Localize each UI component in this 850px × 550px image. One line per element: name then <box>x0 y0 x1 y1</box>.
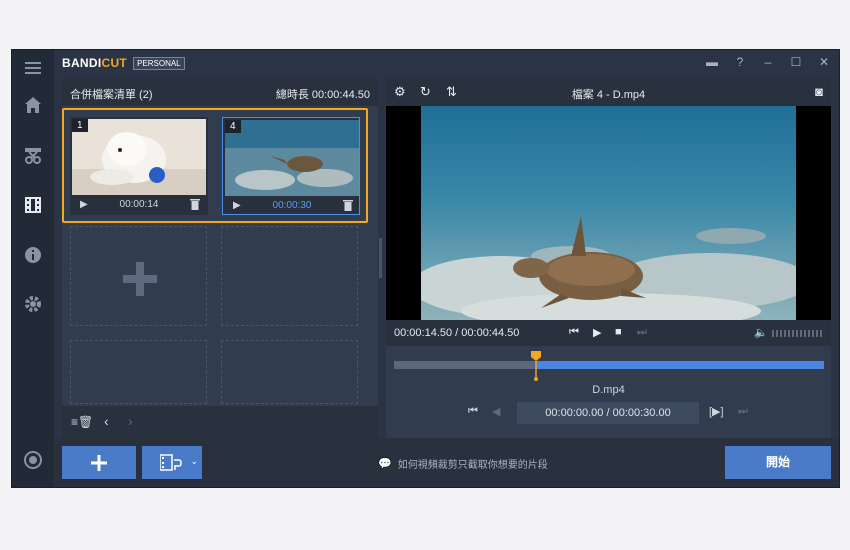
video-preview <box>386 106 831 320</box>
empty-slot[interactable] <box>221 226 358 326</box>
camera-icon[interactable]: ◙ <box>815 84 823 99</box>
edition-badge: PERSONAL <box>133 56 185 70</box>
clip-index: 4 <box>225 120 241 133</box>
set-end-icon[interactable]: ⏭ <box>738 405 748 418</box>
help-tip[interactable]: 💬 如何視頻裁剪只截取你想要的片段 <box>378 456 548 471</box>
clip-index: 1 <box>72 119 88 132</box>
panel-splitter[interactable] <box>379 238 382 278</box>
playhead-marker[interactable] <box>530 351 541 381</box>
clip-controls: ▶ 00:00:30 <box>223 196 361 216</box>
brand-logo: BANDICUT PERSONAL <box>62 56 185 70</box>
menu-icon[interactable] <box>21 56 45 80</box>
range-display[interactable]: 00:00:00.00 / 00:00:30.00 <box>517 402 699 424</box>
timeline-selected-range <box>535 361 824 369</box>
selected-clips-group: 1 ▶ 00:00:14 4 ▶ 00:00:30 <box>62 108 368 223</box>
chevron-down-icon: ⌄ <box>190 456 198 466</box>
merge-list-footer: ≡🗑 ‹ › <box>62 406 378 438</box>
merge-list-panel: 合併檔案清單 (2) 總時長 00:00:44.50 1 ▶ 00:00:14 … <box>62 78 378 438</box>
folder-icon[interactable]: ▬ <box>705 55 719 69</box>
plus-icon <box>123 262 157 296</box>
merge-list-header: 合併檔案清單 (2) 總時長 00:00:44.50 <box>62 78 378 106</box>
set-start-icon[interactable]: ⏮ <box>468 405 478 418</box>
skip-forward-icon[interactable]: ⏭ <box>637 326 647 339</box>
player-controls: 00:00:14.50 / 00:00:44.50 ⏮ ▶ ■ ⏭ 🔈 <box>386 320 831 346</box>
trash-icon[interactable] <box>343 199 353 211</box>
cut-icon[interactable] <box>21 143 45 167</box>
close-icon[interactable]: ✕ <box>817 55 831 69</box>
window-controls: ▬ ? – ☐ ✕ <box>705 55 831 69</box>
volume-icon[interactable]: 🔈 <box>754 326 768 339</box>
clip-duration: 00:00:14 <box>119 199 159 210</box>
help-tip-text: 如何視頻裁剪只截取你想要的片段 <box>397 460 548 471</box>
clip-card-active[interactable]: 4 ▶ 00:00:30 <box>222 117 360 215</box>
clip-duration: 00:00:30 <box>272 200 312 211</box>
preview-filename: 檔案 4 - D.mp4 <box>571 89 646 101</box>
start-button[interactable]: 開始 <box>725 446 831 479</box>
stop-icon[interactable]: ■ <box>615 326 622 338</box>
info-icon[interactable] <box>21 243 45 267</box>
add-clip-slot[interactable] <box>70 226 207 326</box>
merge-film-icon[interactable] <box>21 193 45 217</box>
time-display: 00:00:14.50 / 00:00:44.50 <box>394 327 520 339</box>
minimize-icon[interactable]: – <box>761 55 775 69</box>
chevron-right-icon[interactable]: › <box>128 413 133 429</box>
home-icon[interactable] <box>21 93 45 117</box>
play-range-icon[interactable]: [▶] <box>709 405 724 418</box>
bottom-bar: ⌄ 💬 如何視頻裁剪只截取你想要的片段 開始 <box>54 438 839 487</box>
play-icon[interactable]: ▶ <box>593 326 601 339</box>
settings-gear-icon[interactable] <box>21 292 45 316</box>
preview-panel: ⚙ ↻ ⇅ 檔案 4 - D.mp4 ◙ 00:00:14.50 / 00:00… <box>386 78 831 438</box>
clip-name: D.mp4 <box>592 384 625 396</box>
chevron-left-icon[interactable]: ‹ <box>104 413 109 429</box>
record-icon[interactable] <box>21 448 45 472</box>
sidebar <box>12 50 54 487</box>
output-format-button[interactable]: ⌄ <box>142 446 202 479</box>
chat-bubble-icon: 💬 <box>378 458 392 470</box>
clip-controls: ▶ 00:00:14 <box>70 195 208 215</box>
total-duration: 總時長 00:00:44.50 <box>275 89 370 101</box>
empty-slot[interactable] <box>70 340 207 404</box>
clip-card[interactable]: 1 ▶ 00:00:14 <box>70 117 208 215</box>
maximize-icon[interactable]: ☐ <box>789 55 803 69</box>
help-icon[interactable]: ? <box>733 55 747 69</box>
film-format-icon <box>160 454 182 471</box>
video-frame <box>421 106 796 320</box>
prev-frame-icon[interactable]: ◀ <box>492 405 500 418</box>
turtle-thumbnail <box>225 120 359 196</box>
timeline[interactable] <box>394 351 824 381</box>
brand-name: BANDICUT <box>62 56 128 70</box>
preview-header: ⚙ ↻ ⇅ 檔案 4 - D.mp4 ◙ <box>386 78 831 106</box>
volume-slider[interactable] <box>772 330 824 337</box>
add-file-button[interactable] <box>62 446 136 479</box>
title-bar: BANDICUT PERSONAL ▬ ? – ☐ ✕ <box>54 50 839 78</box>
clear-list-icon[interactable]: ≡🗑 <box>71 415 93 429</box>
skip-back-icon[interactable]: ⏮ <box>569 326 579 339</box>
trash-icon[interactable] <box>190 198 200 210</box>
dog-thumbnail <box>72 119 206 195</box>
plus-icon <box>91 454 107 471</box>
bandicut-window: BANDICUT PERSONAL ▬ ? – ☐ ✕ 合併檔案清單 (2) 總… <box>11 49 840 488</box>
merge-list-title: 合併檔案清單 (2) <box>70 89 153 101</box>
empty-slot[interactable] <box>221 340 358 404</box>
